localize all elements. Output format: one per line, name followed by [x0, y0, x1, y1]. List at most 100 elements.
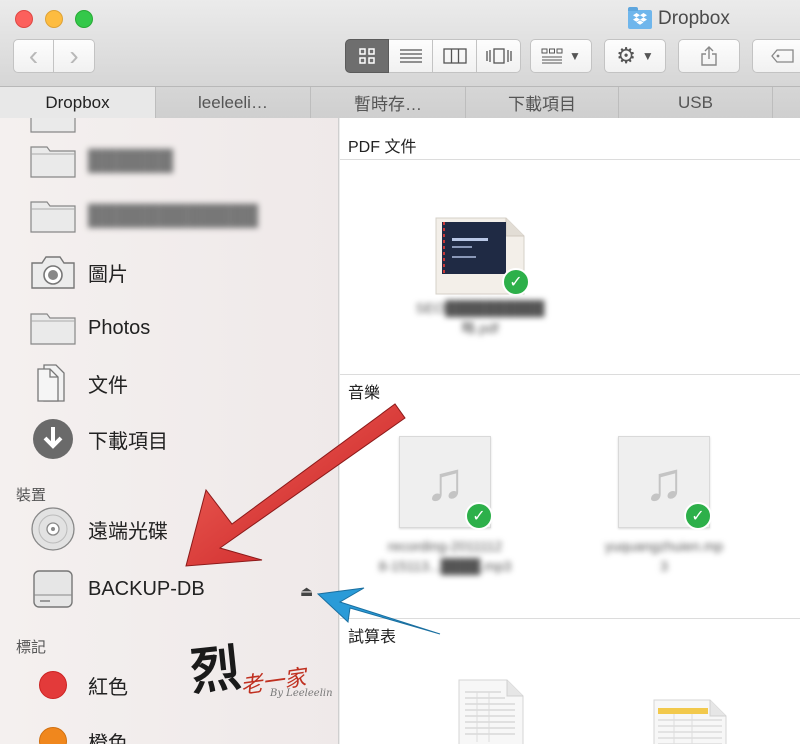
window-title: Dropbox: [628, 6, 730, 30]
forward-button[interactable]: ›: [54, 39, 95, 73]
file-name: recording-2011112: [387, 538, 503, 554]
folder-icon: [30, 308, 76, 348]
orange-tag-dot-icon: [30, 721, 76, 744]
view-mode-segmented-control: [345, 39, 521, 73]
file-item-yuquangzhuien[interactable]: ♫ ✓ yuquangzhuien.mp 3: [574, 436, 754, 576]
sidebar-item-label: ████████████: [88, 204, 259, 227]
arrange-button[interactable]: ▼: [530, 39, 592, 73]
file-item-spreadsheet-2[interactable]: [600, 698, 780, 744]
dropbox-folder-icon: [628, 6, 652, 29]
sidebar-item-tag-orange[interactable]: 橙色: [30, 716, 128, 744]
chevron-down-icon: ▼: [569, 49, 581, 63]
sidebar-item-pictures[interactable]: 圖片: [30, 247, 128, 297]
download-icon: [30, 419, 76, 459]
sidebar-item-label: 遠端光碟: [88, 520, 168, 543]
tab-overflow: [773, 87, 800, 118]
close-window-button[interactable]: [15, 10, 33, 28]
tab-downloads[interactable]: 下載項目: [466, 87, 619, 118]
watermark-signature: 烈: [187, 637, 244, 702]
pdf-thumbnail: ✓: [432, 214, 530, 298]
gear-icon: ⚙: [616, 43, 636, 68]
spreadsheet-thumbnail: [458, 679, 524, 744]
sidebar-item-label: 紅色: [88, 676, 128, 699]
drive-icon: [30, 569, 76, 609]
tag-icon: [770, 49, 794, 63]
sidebar-item-tag-red[interactable]: 紅色: [30, 660, 128, 710]
window-toolbar: Dropbox ‹ › ▼ ⚙ ▼: [0, 0, 800, 87]
sidebar-item-label: 文件: [88, 374, 128, 397]
minimize-window-button[interactable]: [45, 10, 63, 28]
tab-bar: Dropbox leeleeli… 暫時存… 下載項目 USB: [0, 87, 800, 118]
share-button[interactable]: [678, 39, 740, 73]
icon-view-button[interactable]: [345, 39, 389, 73]
cover-flow-view-button[interactable]: [477, 39, 521, 73]
file-name-line2: 8-15113...████.mp3: [378, 558, 512, 574]
sidebar-item-documents[interactable]: 文件: [30, 358, 128, 408]
tab-dropbox[interactable]: Dropbox: [0, 87, 156, 118]
file-item-spreadsheet-1[interactable]: [400, 678, 580, 744]
devices-header: 裝置: [16, 487, 47, 504]
sidebar-item-downloads[interactable]: 下載項目: [30, 414, 168, 464]
tab-label: USB: [678, 92, 713, 112]
sidebar-item-label: ██████: [88, 149, 174, 172]
list-view-icon: [399, 49, 422, 63]
eject-icon[interactable]: ⏏: [300, 584, 314, 598]
disc-icon: [30, 507, 76, 551]
group-divider: [340, 374, 800, 375]
folder-icon: [30, 118, 76, 135]
tab-leeleeli[interactable]: leeleeli…: [156, 87, 311, 118]
back-button[interactable]: ‹: [13, 39, 54, 73]
sidebar-item-label: 下載項目: [88, 430, 168, 453]
document-icon: [30, 363, 76, 403]
chevron-down-icon: ▼: [641, 49, 654, 63]
sidebar-item-remote-disc[interactable]: 遠端光碟: [30, 504, 168, 554]
audio-thumbnail: ♫ ✓: [618, 436, 712, 530]
action-menu-button[interactable]: ⚙ ▼: [604, 39, 666, 73]
group-header-spreadsheets: 試算表: [340, 620, 800, 650]
file-item-pdf[interactable]: ✓ SEO██████████ 略.pdf: [390, 214, 570, 338]
chevron-left-icon: ‹: [28, 40, 39, 71]
synced-check-icon: ✓: [684, 502, 712, 530]
cover-flow-icon: [485, 48, 512, 64]
sidebar-item-photos[interactable]: Photos: [30, 303, 150, 353]
file-item-recording[interactable]: ♫ ✓ recording-2011112 8-15113...████.mp3: [355, 436, 535, 576]
spreadsheet-thumbnail: [653, 699, 727, 744]
sidebar: ██████ ████████████ 圖片 Photos 文件 下載項目 裝置…: [0, 118, 339, 744]
icon-view-icon: [359, 48, 375, 64]
tab-label: 下載項目: [508, 95, 576, 114]
tab-label: 暫時存…: [354, 95, 422, 114]
synced-check-icon: ✓: [465, 502, 493, 530]
file-name: SEO██████████: [415, 300, 545, 316]
sidebar-item-label: 圖片: [88, 263, 128, 286]
sidebar-item-backup-db[interactable]: BACKUP-DB: [30, 564, 205, 614]
column-view-button[interactable]: [433, 39, 477, 73]
tab-usb[interactable]: USB: [619, 87, 773, 118]
chevron-right-icon: ›: [69, 40, 79, 71]
folder-icon: [30, 141, 76, 181]
file-name-line2: 略.pdf: [461, 320, 499, 336]
sidebar-item-label: Photos: [88, 316, 151, 339]
group-header-music: 音樂: [340, 376, 800, 406]
arrange-grid-icon: [541, 48, 563, 64]
list-view-button[interactable]: [389, 39, 433, 73]
folder-icon: [30, 196, 76, 236]
window-title-text: Dropbox: [658, 8, 730, 29]
tab-temporary[interactable]: 暫時存…: [311, 87, 466, 118]
file-name-line2: 3: [660, 558, 668, 574]
zoom-window-button[interactable]: [75, 10, 93, 28]
sidebar-item-blurred-1[interactable]: ██████: [30, 136, 173, 186]
column-view-icon: [442, 48, 467, 64]
sidebar-item-blurred-2[interactable]: ████████████: [30, 191, 258, 241]
audio-thumbnail: ♫ ✓: [399, 436, 493, 530]
sidebar-item-label: 橙色: [88, 732, 128, 744]
tab-label: leeleeli…: [198, 92, 268, 112]
red-tag-dot-icon: [30, 665, 76, 705]
tags-header: 標記: [16, 639, 47, 656]
tab-label: Dropbox: [45, 92, 110, 112]
group-header-pdf: PDF 文件: [340, 130, 800, 160]
synced-check-icon: ✓: [502, 268, 530, 296]
watermark-byline: By Leeleelin: [270, 688, 333, 699]
file-name: yuquangzhuien.mp: [604, 538, 724, 554]
sidebar-item-label: BACKUP-DB: [88, 577, 205, 600]
tag-button[interactable]: [752, 39, 800, 73]
